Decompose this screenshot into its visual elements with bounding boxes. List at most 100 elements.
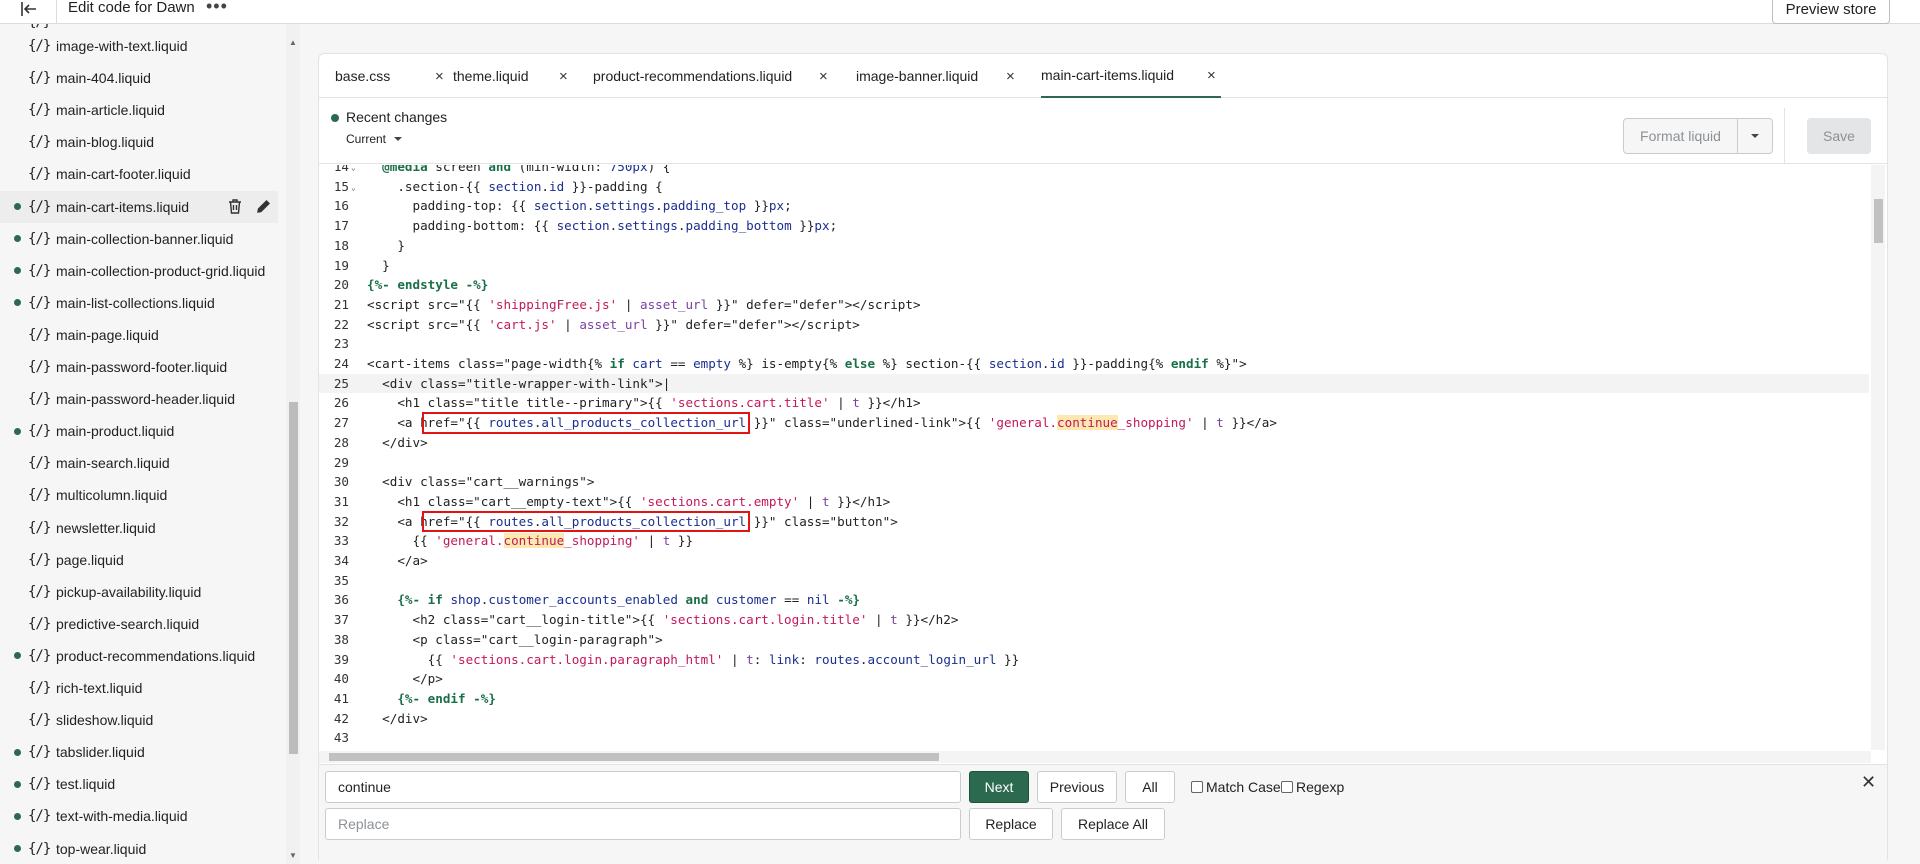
file-item-newsletter[interactable]: {/} newsletter.liquid	[0, 512, 278, 544]
find-input[interactable]: continue	[325, 771, 961, 803]
version-select[interactable]: Current	[346, 132, 403, 146]
code-vertical-scrollbar[interactable]	[1871, 165, 1885, 750]
find-all-button[interactable]: All	[1125, 771, 1175, 803]
file-item-main-404[interactable]: {/} main-404.liquid	[0, 62, 278, 94]
version-label: Current	[346, 132, 387, 146]
file-item-top-wear[interactable]: {/} top-wear.liquid	[0, 833, 278, 864]
sidebar-scrollbar-thumb[interactable]	[289, 402, 298, 754]
file-item-main-search[interactable]: {/} main-search.liquid	[0, 447, 278, 479]
preview-store-button[interactable]: Preview store	[1772, 0, 1890, 24]
tab-product-recommendations[interactable]: product-recommendations.liquid ×	[593, 54, 828, 98]
code-line: 34 </a>	[319, 551, 1869, 571]
close-icon[interactable]: ×	[1207, 67, 1216, 84]
code-text: {{ 'sections.cart.login.paragraph_html' …	[367, 651, 1020, 667]
file-name: pickup-availability.liquid	[56, 583, 202, 600]
tab-base-css[interactable]: base.css ×	[335, 54, 445, 98]
file-item-main-password-header[interactable]: {/} main-password-header.liquid	[0, 383, 278, 415]
next-button[interactable]: Next	[969, 771, 1029, 803]
file-item-main-page[interactable]: {/} main-page.liquid	[0, 319, 278, 351]
file-item-pickup-availability[interactable]: {/} pickup-availability.liquid	[0, 576, 278, 608]
close-icon[interactable]: ×	[819, 68, 828, 85]
checkbox-box[interactable]	[1191, 781, 1203, 793]
liquid-file-icon: {/}	[28, 519, 51, 536]
fold-chevron-icon[interactable]: ⌄	[351, 178, 356, 198]
liquid-file-icon: {/}	[28, 615, 51, 632]
file-name: main-page.liquid	[56, 326, 159, 343]
liquid-file-icon: {/}	[28, 166, 51, 183]
file-name: tabslider.liquid	[56, 744, 145, 761]
format-liquid-button[interactable]: Format liquid	[1623, 118, 1737, 154]
file-item-main-article[interactable]: {/} main-article.liquid	[0, 94, 278, 126]
liquid-file-icon: {/}	[28, 808, 51, 825]
delete-icon[interactable]	[226, 198, 244, 216]
file-item-test[interactable]: {/} test.liquid	[0, 768, 278, 800]
more-actions-icon[interactable]: •••	[206, 0, 228, 15]
file-item-predictive-search[interactable]: {/} predictive-search.liquid	[0, 608, 278, 640]
code-text: {%- endstyle -%}	[367, 277, 489, 293]
liquid-file-icon: {/}	[28, 712, 51, 729]
code-text: </p>	[367, 671, 443, 687]
replace-button[interactable]: Replace	[969, 808, 1053, 840]
format-options-button[interactable]	[1737, 118, 1773, 154]
file-item-main-collection-product-grid[interactable]: {/} main-collection-product-grid.liquid	[0, 255, 278, 287]
file-item-text-with-media[interactable]: {/} text-with-media.liquid	[0, 800, 278, 832]
tab-main-cart-items[interactable]: main-cart-items.liquid ×	[1041, 54, 1221, 98]
code-line: 30 <div class="cart__warnings">	[319, 472, 1869, 492]
file-item-main-list-collections[interactable]: {/} main-list-collections.liquid	[0, 287, 278, 319]
line-number: 43	[333, 730, 349, 746]
file-item-main-cart-items[interactable]: {/} main-cart-items.liquid	[0, 190, 278, 223]
code-area[interactable]: 14 ⌄ @media screen and (min-width: 750px)…	[319, 165, 1869, 750]
regexp-checkbox[interactable]: Regexp	[1281, 779, 1344, 795]
close-icon[interactable]: ×	[1006, 68, 1015, 85]
liquid-file-icon: {/}	[28, 262, 51, 279]
file-item-image-with-text[interactable]: {/} image-with-text.liquid	[0, 30, 278, 62]
code-line: 15 ⌄ .section-{{ section.id }}-padding {	[319, 177, 1869, 197]
liquid-file-icon: {/}	[28, 840, 51, 857]
code-text: <div class="title-wrapper-with-link">|	[367, 375, 671, 391]
file-name: main-cart-items.liquid	[56, 198, 190, 215]
edit-icon[interactable]	[254, 198, 272, 216]
tab-label: image-banner.liquid	[856, 68, 979, 84]
close-icon[interactable]: ×	[559, 68, 568, 85]
code-horizontal-scrollbar-thumb[interactable]	[329, 753, 939, 761]
modified-dot	[14, 812, 21, 820]
code-text: <h1 class="title title--primary">{{ 'sec…	[367, 395, 921, 411]
scroll-up-icon[interactable]: ▲	[288, 38, 298, 47]
tab-label: product-recommendations.liquid	[593, 68, 793, 84]
file-item-tabslider[interactable]: {/} tabslider.liquid	[0, 736, 278, 768]
tab-label: base.css	[335, 68, 391, 84]
file-item-rich-text[interactable]: {/} rich-text.liquid	[0, 672, 278, 704]
file-name: rich-text.liquid	[56, 680, 143, 696]
code-line: 14 ⌄ @media screen and (min-width: 750px)…	[319, 165, 1869, 177]
code-line: 36 {%- if shop.customer_accounts_enabled…	[319, 590, 1869, 610]
file-item-main-blog[interactable]: {/} main-blog.liquid	[0, 126, 278, 158]
close-icon[interactable]: ×	[435, 68, 444, 85]
checkbox-box[interactable]	[1281, 781, 1293, 793]
replace-all-button[interactable]: Replace All	[1061, 808, 1165, 840]
file-item-product-recommendations[interactable]: {/} product-recommendations.liquid	[0, 640, 278, 672]
file-item-main-collection-banner[interactable]: {/} main-collection-banner.liquid	[0, 223, 278, 255]
match-case-checkbox[interactable]: Match Case	[1191, 779, 1281, 795]
scroll-down-icon[interactable]: ▼	[288, 851, 298, 860]
file-item-slideshow[interactable]: {/} slideshow.liquid	[0, 704, 278, 736]
tab-image-banner[interactable]: image-banner.liquid ×	[856, 54, 1036, 98]
code-vertical-scrollbar-thumb[interactable]	[1874, 199, 1883, 243]
code-text: {%- if shop.customer_accounts_enabled an…	[397, 592, 860, 608]
exit-editor-icon[interactable]	[14, 0, 44, 20]
modified-dot	[14, 235, 21, 243]
file-item-main-password-footer[interactable]: {/} main-password-footer.liquid	[0, 351, 278, 383]
liquid-file-icon: {/}	[28, 70, 51, 87]
code-text: @media screen and (min-width: 750px) {	[382, 165, 671, 174]
file-item-main-cart-footer[interactable]: {/} main-cart-footer.liquid	[0, 158, 278, 190]
replace-input[interactable]: Replace	[325, 808, 961, 840]
find-replace-bar: continue Next Previous All Match Case Re…	[319, 764, 1887, 864]
tab-theme-liquid[interactable]: theme.liquid ×	[453, 54, 603, 98]
previous-button[interactable]: Previous	[1037, 771, 1117, 803]
file-item-multicolumn[interactable]: {/} multicolumn.liquid	[0, 479, 278, 511]
close-icon[interactable]: ✕	[1861, 772, 1876, 793]
file-name: main-cart-footer.liquid	[56, 166, 191, 183]
match-case-label: Match Case	[1206, 779, 1281, 795]
save-button[interactable]: Save	[1807, 118, 1871, 154]
file-item-main-product[interactable]: {/} main-product.liquid	[0, 415, 278, 447]
file-item-page[interactable]: {/} page.liquid	[0, 544, 278, 576]
